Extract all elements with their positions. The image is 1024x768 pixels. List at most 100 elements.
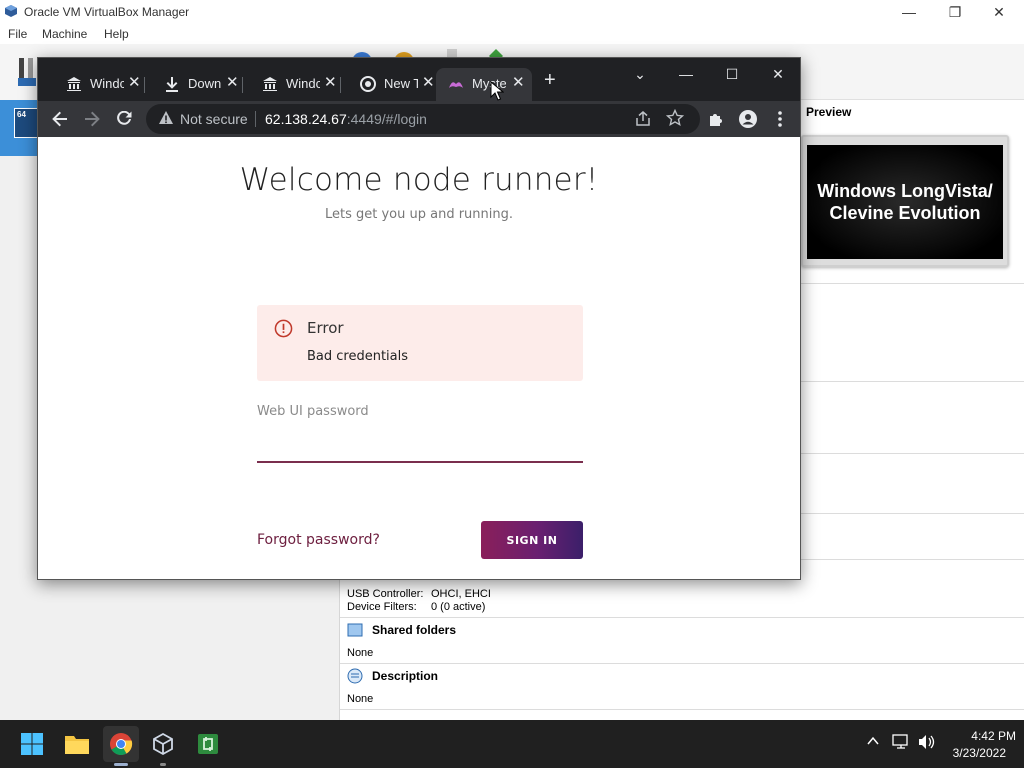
description-icon xyxy=(347,668,363,684)
chrome-minimize-button[interactable]: — xyxy=(664,62,708,86)
password-label: Web UI password xyxy=(257,404,369,419)
virtualbox-icon xyxy=(5,5,17,17)
usb-filters-label: Device Filters: xyxy=(347,601,417,613)
tab-close-icon[interactable]: ✕ xyxy=(128,73,141,91)
volume-speaker-icon[interactable] xyxy=(918,734,936,750)
section-divider xyxy=(340,709,1024,710)
profile-avatar-icon[interactable] xyxy=(736,107,760,131)
windows-taskbar: 4:42 PM 3/23/2022 xyxy=(0,720,1024,768)
error-message: Bad credentials xyxy=(307,349,409,364)
preview-text-line2: Clevine Evolution xyxy=(829,203,981,223)
tab-close-icon[interactable]: ✕ xyxy=(324,73,337,91)
tab-close-icon[interactable]: ✕ xyxy=(422,73,435,91)
shared-folders-title[interactable]: Shared folders xyxy=(372,623,456,637)
description-value: None xyxy=(347,693,374,705)
vbox-minimize-button[interactable]: — xyxy=(886,0,932,24)
usb-filters-value: 0 (0 active) xyxy=(431,601,486,613)
bookmark-star-icon[interactable] xyxy=(666,109,684,127)
tab-mysterium-active[interactable]: Myste ✕ xyxy=(436,68,532,101)
tab-close-icon[interactable]: ✕ xyxy=(512,73,525,91)
section-divider xyxy=(801,513,1024,514)
virtualbox-taskbar-icon[interactable] xyxy=(145,726,181,762)
bank-icon xyxy=(67,77,81,91)
page-subtitle: Lets get you up and running. xyxy=(324,207,514,222)
forgot-password-link[interactable]: Forgot password? xyxy=(257,532,380,548)
tray-chevron-up-icon[interactable] xyxy=(866,734,880,748)
back-arrow-icon[interactable] xyxy=(48,107,72,131)
section-divider xyxy=(801,559,1024,560)
virtualbox-running-indicator xyxy=(160,763,166,766)
preview-text-line1: Windows LongVista/ xyxy=(817,181,993,201)
share-icon[interactable] xyxy=(634,110,652,128)
description-title[interactable]: Description xyxy=(372,669,438,683)
usb-controller-label: USB Controller: xyxy=(347,588,424,600)
usb-controller-value: OHCI, EHCI xyxy=(431,588,491,600)
url-text[interactable]: 62.138.24.67:4449/#/login xyxy=(265,111,427,127)
chrome-icon xyxy=(360,76,376,92)
mysterium-icon xyxy=(449,82,463,88)
section-divider xyxy=(801,381,1024,382)
menu-kebab-icon[interactable] xyxy=(768,107,792,131)
tab-strip: Windc ✕ Downl ✕ Windc ✕ New T ✕ Myste ✕ … xyxy=(38,58,800,101)
tab-label: Downl xyxy=(188,76,222,91)
file-explorer-folder-icon[interactable] xyxy=(59,726,95,762)
shared-folder-icon xyxy=(347,623,363,637)
clock-time[interactable]: 4:42 PM xyxy=(946,729,1016,743)
url-path: :4449/#/login xyxy=(346,111,427,127)
clock-date[interactable]: 3/23/2022 xyxy=(936,746,1006,760)
address-bar[interactable]: Not secure 62.138.24.67:4449/#/login xyxy=(146,104,700,134)
download-icon xyxy=(166,77,178,92)
url-host: 62.138.24.67 xyxy=(265,111,347,127)
section-divider xyxy=(340,663,1024,664)
tab-label: New T xyxy=(384,76,418,91)
not-secure-label[interactable]: Not secure xyxy=(180,111,248,127)
tab-search-chevron-icon[interactable]: ⌄ xyxy=(618,62,662,86)
tab-close-icon[interactable]: ✕ xyxy=(226,73,239,91)
menu-file[interactable]: File xyxy=(8,27,27,41)
tab-downloads[interactable]: Downl ✕ xyxy=(144,68,240,101)
bank-icon xyxy=(263,77,277,91)
forward-arrow-icon[interactable] xyxy=(80,107,104,131)
vbox-title: Oracle VM VirtualBox Manager xyxy=(24,5,190,19)
tab-label: Windc xyxy=(286,76,320,91)
vbox-close-button[interactable]: ✕ xyxy=(976,0,1022,24)
section-divider xyxy=(340,617,1024,618)
vm-preview-frame: Windows LongVista/Clevine Evolution xyxy=(801,135,1009,267)
login-page: Welcome node runner! Lets get you up and… xyxy=(38,137,800,579)
error-circle-icon xyxy=(274,319,293,338)
network-monitor-icon[interactable] xyxy=(892,734,910,750)
reload-icon[interactable] xyxy=(112,107,136,131)
vbox-restore-button[interactable]: ❐ xyxy=(932,0,978,24)
menu-help[interactable]: Help xyxy=(104,27,129,41)
vm-arch-badge: 64 xyxy=(17,110,26,119)
start-windows-icon[interactable] xyxy=(14,726,50,762)
tab-windows-1[interactable]: Windc ✕ xyxy=(46,68,142,101)
chrome-active-indicator xyxy=(114,763,128,766)
error-alert: Error Bad credentials xyxy=(257,305,583,381)
chrome-taskbar-icon[interactable] xyxy=(103,726,139,762)
preview-section-title: Preview xyxy=(806,105,852,119)
chrome-close-button[interactable]: ✕ xyxy=(756,62,800,86)
page-title: Welcome node runner! xyxy=(239,162,599,198)
password-input[interactable] xyxy=(257,427,583,463)
tab-windows-2[interactable]: Windc ✕ xyxy=(242,68,338,101)
section-divider xyxy=(801,283,1024,284)
mouse-cursor-icon xyxy=(490,81,504,101)
omnibox-divider xyxy=(255,111,256,127)
vm-preview-screen: Windows LongVista/Clevine Evolution xyxy=(807,145,1003,259)
sign-in-button[interactable]: SIGN IN xyxy=(481,521,583,559)
shared-folders-value: None xyxy=(347,647,374,659)
chrome-window: Windc ✕ Downl ✕ Windc ✕ New T ✕ Myste ✕ … xyxy=(37,57,801,580)
vbox-menubar: File Machine Help xyxy=(0,24,1024,44)
vbox-titlebar: Oracle VM VirtualBox Manager — ❐ ✕ xyxy=(0,0,1024,24)
chrome-maximize-button[interactable]: ☐ xyxy=(710,62,754,86)
tab-new-tab[interactable]: New T ✕ xyxy=(340,68,436,101)
warning-triangle-icon[interactable] xyxy=(158,110,174,126)
tab-label: Windc xyxy=(90,76,124,91)
extensions-puzzle-icon[interactable] xyxy=(704,107,728,131)
chrome-toolbar: Not secure 62.138.24.67:4449/#/login xyxy=(38,101,800,137)
green-app-icon[interactable] xyxy=(190,726,226,762)
new-tab-plus-icon[interactable]: + xyxy=(544,69,556,92)
menu-machine[interactable]: Machine xyxy=(42,27,87,41)
section-divider xyxy=(801,453,1024,454)
